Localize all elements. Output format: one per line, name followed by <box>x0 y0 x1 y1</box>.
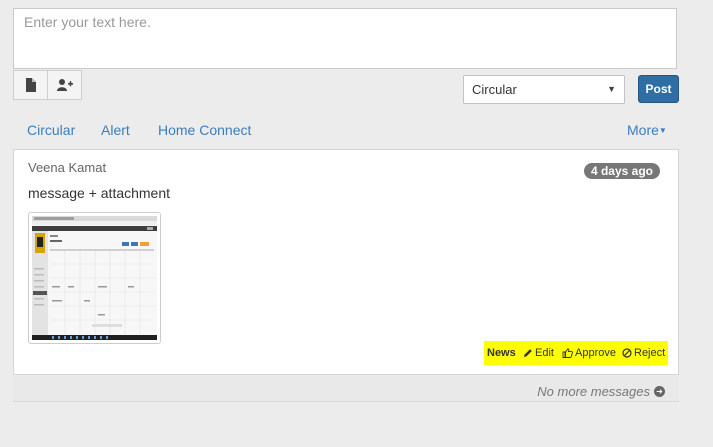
more-dropdown[interactable]: More▼ <box>627 122 667 138</box>
attachment-thumbnail[interactable] <box>28 212 161 344</box>
post-button[interactable]: Post <box>638 75 679 103</box>
chevron-down-icon: ▼ <box>607 84 616 94</box>
no-more-messages-bar: No more messages ➜ <box>13 376 679 402</box>
time-ago-badge: 4 days ago <box>583 163 660 179</box>
tab-home-connect[interactable]: Home Connect <box>158 122 251 138</box>
edit-label: Edit <box>535 347 554 359</box>
approve-label: Approve <box>575 347 616 359</box>
news-link[interactable]: News <box>487 347 516 359</box>
ban-icon <box>622 348 632 358</box>
category-select[interactable]: Circular ▼ <box>463 75 625 104</box>
tab-alert[interactable]: Alert <box>101 122 130 138</box>
message-card: Veena Kamat 4 days ago message + attachm… <box>13 149 679 375</box>
reject-label: Reject <box>634 347 666 359</box>
tab-circular[interactable]: Circular <box>27 122 75 138</box>
attach-file-button[interactable] <box>13 70 48 100</box>
thumbs-up-icon <box>562 348 573 358</box>
add-user-icon <box>56 79 73 91</box>
pencil-icon <box>524 349 532 357</box>
no-more-messages-label: No more messages <box>537 384 650 399</box>
message-input-placeholder: Enter your text here. <box>24 14 151 30</box>
more-label: More <box>627 122 659 138</box>
message-actions: News Edit Approve Reject <box>484 341 668 365</box>
arrow-circle-right-icon: ➜ <box>654 386 665 397</box>
approve-link[interactable]: Approve <box>562 347 616 359</box>
reject-link[interactable]: Reject <box>622 347 665 359</box>
no-more-messages[interactable]: No more messages ➜ <box>537 384 665 399</box>
caret-down-icon: ▼ <box>658 126 667 135</box>
message-text: message + attachment <box>28 185 171 201</box>
message-input[interactable]: Enter your text here. <box>13 8 677 69</box>
add-user-button[interactable] <box>47 70 82 100</box>
message-author: Veena Kamat <box>28 160 107 175</box>
file-icon <box>25 78 36 92</box>
edit-link[interactable]: Edit <box>523 347 554 359</box>
category-select-value: Circular <box>472 82 517 97</box>
screenshot-thumbnail-icon <box>32 216 157 340</box>
